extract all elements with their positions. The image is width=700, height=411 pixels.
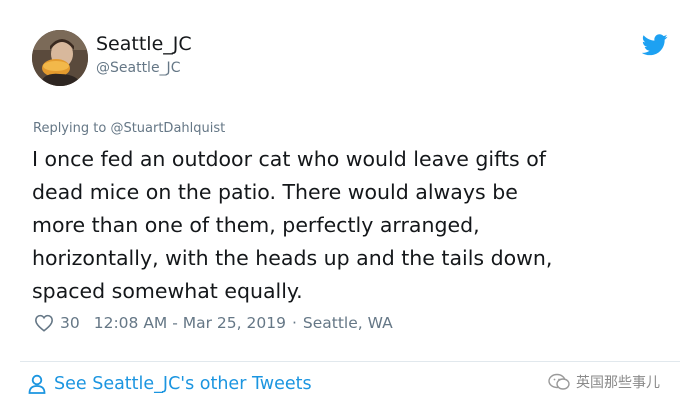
tweet-line: horizontally, with the heads up and the … bbox=[32, 246, 553, 270]
display-name[interactable]: Seattle_JC bbox=[96, 33, 192, 55]
tweet-line: spaced somewhat equally. bbox=[32, 279, 303, 303]
tweet-line: more than one of them, perfectly arrange… bbox=[32, 213, 480, 237]
replying-to: Replying to @StuartDahlquist bbox=[33, 121, 225, 136]
tweet-line: dead mice on the patio. There would alwa… bbox=[32, 180, 518, 204]
user-handle[interactable]: @Seattle_JC bbox=[96, 60, 180, 76]
twitter-bird-icon[interactable] bbox=[642, 34, 668, 56]
tweet-meta: 30 12:08 AM - Mar 25, 2019 · Seattle, WA bbox=[34, 312, 393, 334]
location[interactable]: Seattle, WA bbox=[303, 314, 393, 332]
divider bbox=[20, 361, 680, 362]
watermark: 英国那些事儿 bbox=[548, 372, 660, 392]
tweet-line: I once fed an outdoor cat who would leav… bbox=[32, 147, 546, 171]
see-other-tweets-label[interactable]: See Seattle_JC's other Tweets bbox=[54, 374, 312, 394]
person-icon bbox=[28, 374, 46, 394]
avatar-image bbox=[32, 30, 88, 86]
reply-target-link[interactable]: @StuartDahlquist bbox=[110, 121, 225, 136]
avatar[interactable] bbox=[32, 30, 88, 86]
tweet-card: Seattle_JC @Seattle_JC Replying to @Stua… bbox=[0, 0, 700, 411]
watermark-text: 英国那些事儿 bbox=[576, 375, 660, 391]
heart-icon[interactable] bbox=[34, 314, 54, 332]
timestamp[interactable]: 12:08 AM - Mar 25, 2019 bbox=[94, 314, 286, 332]
wechat-icon bbox=[548, 373, 570, 390]
meta-separator: · bbox=[291, 314, 297, 332]
tweet-text: I once fed an outdoor cat who would leav… bbox=[32, 143, 672, 308]
replying-prefix: Replying to bbox=[33, 121, 107, 136]
see-other-tweets-link[interactable]: See Seattle_JC's other Tweets bbox=[28, 374, 312, 394]
like-count[interactable]: 30 bbox=[60, 314, 80, 332]
